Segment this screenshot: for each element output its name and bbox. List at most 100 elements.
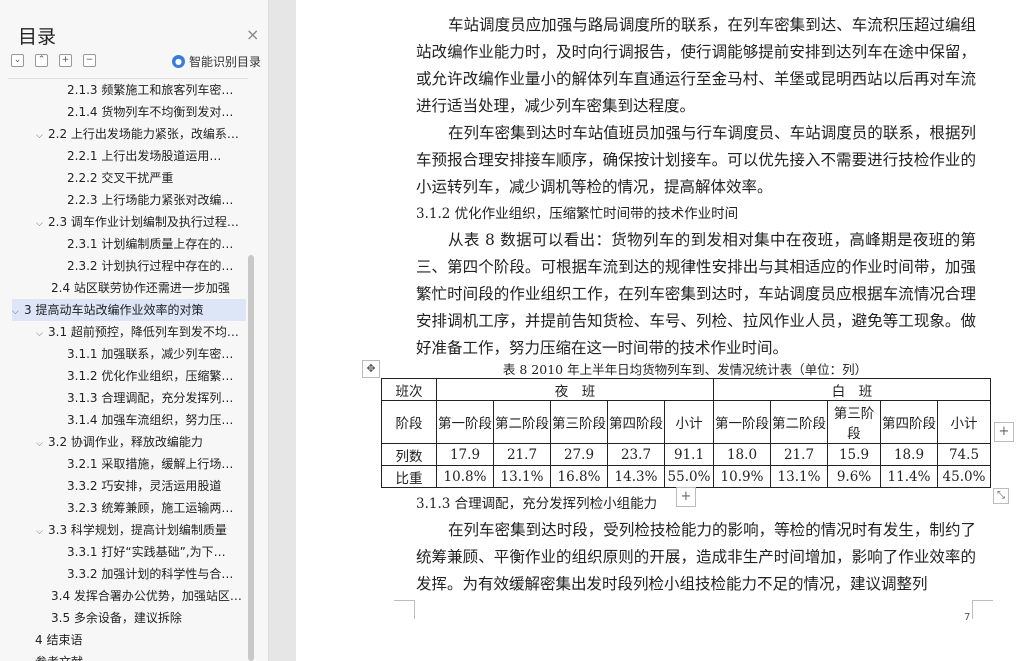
table-cell[interactable]: 13.1% <box>770 465 828 488</box>
table-cell[interactable]: 17.9 <box>436 443 494 466</box>
toc-item[interactable]: 3.3.1 打好“实践基础”,为下… <box>67 541 245 563</box>
table-cell[interactable]: 18.9 <box>880 443 938 466</box>
toc-item[interactable]: 3.3.2 巧安排，灵活运用股道 <box>67 475 245 497</box>
table-cell[interactable]: 第一阶段 <box>713 400 771 444</box>
toc-item[interactable]: 3.2.3 统筹兼顾，施工运输两… <box>67 497 245 519</box>
paragraph[interactable]: 车站调度员应加强与路局调度所的联系，在列车密集到达、车流积压超过编组站改编作业能… <box>416 12 976 120</box>
table-cell[interactable]: 第四阶段 <box>607 400 665 444</box>
table-cell[interactable]: 9.6% <box>827 465 881 488</box>
table-cell[interactable]: 10.8% <box>436 465 494 488</box>
toc-item[interactable]: 3.1.1 加强联系，减少列车密… <box>67 343 245 365</box>
toc-item[interactable]: ⌵ 2.2 上行出发场能力紧张，改编系… <box>36 123 246 145</box>
statistics-table[interactable]: 班次 夜 班 白 班 阶段 第一阶段 第二阶段 第三阶段 第四阶段 小计 第一阶… <box>381 378 991 488</box>
toc-item[interactable]: 2.1.3 频繁施工和旅客列车密… <box>67 79 245 101</box>
chevron-down-icon[interactable]: ⌵ <box>12 301 24 321</box>
paragraph[interactable]: 在列车密集到达时车站值班员加强与行车调度员、车站调度员的联系，根据列车预报合理安… <box>416 120 976 201</box>
toc-item[interactable]: 2.3.2 计划执行过程中存在的… <box>67 255 245 277</box>
toc-item[interactable]: ⌵ 3.1 超前预控，降低列车到发不均… <box>36 321 246 343</box>
page-number: 7 <box>964 612 971 623</box>
toc-item-label: 2.2 上行出发场能力紧张，改编系… <box>48 127 239 141</box>
toc-item[interactable]: 3.2.1 采取措施，缓解上行场… <box>67 453 245 475</box>
chevron-down-icon[interactable]: ⌵ <box>36 521 48 541</box>
paragraph[interactable]: 从表 8 数据可以看出：货物列车的到发相对集中在夜班，高峰期是夜班的第三、第四个… <box>416 227 976 362</box>
toc-item[interactable]: 4 结束语 <box>35 629 245 651</box>
table-cell[interactable]: 16.8% <box>550 465 608 488</box>
add-heading-icon[interactable]: + <box>59 54 72 67</box>
table-cell[interactable]: 第三阶段 <box>550 400 608 444</box>
paragraph[interactable]: 在列车密集到达时段，受列检技检能力的影响，等检的情况时有发生，制约了统筹兼顾、平… <box>416 517 976 598</box>
table-cell[interactable]: 比重 <box>381 465 437 488</box>
table-cell[interactable]: 阶段 <box>381 400 437 444</box>
table-cell[interactable]: 15.9 <box>827 443 881 466</box>
toc-item-selected[interactable]: ⌵ 3 提高动车站改编作业效率的对策 <box>12 299 246 321</box>
section-heading[interactable]: 3.1.2 优化作业组织，压缩繁忙时间带的技术作业时间 <box>416 201 976 227</box>
table-cell[interactable]: 小计 <box>937 400 991 444</box>
chevron-down-icon[interactable]: ⌵ <box>36 213 48 233</box>
chevron-down-icon[interactable]: ⌵ <box>36 125 48 145</box>
table-cell[interactable]: 27.9 <box>550 443 608 466</box>
chevron-down-icon[interactable]: ⌵ <box>36 433 48 453</box>
toc-item[interactable]: ⌵ 3.3 科学规划，提高计划编制质量 <box>36 519 246 541</box>
table-cell[interactable]: 第一阶段 <box>436 400 494 444</box>
table-cell[interactable]: 55.0% <box>664 465 714 488</box>
table-move-handle-icon[interactable]: ✥ <box>362 360 380 378</box>
section-heading[interactable]: 3.1.3 合理调配，充分发挥列检小组能力 <box>416 491 976 517</box>
table-cell[interactable]: 91.1 <box>664 443 714 466</box>
page-corner-mark <box>394 600 415 619</box>
toc-item[interactable]: 3.1.4 加强车流组织，努力压… <box>67 409 245 431</box>
table-cell[interactable]: 夜 班 <box>436 378 714 401</box>
chevron-down-icon[interactable]: ⌵ <box>36 323 48 343</box>
toc-item-label: 3 提高动车站改编作业效率的对策 <box>24 303 204 317</box>
toc-item-label: 3.3 科学规划，提高计划编制质量 <box>48 523 227 537</box>
sidebar-divider <box>269 0 296 661</box>
toc-item-label: 2.3 调车作业计划编制及执行过程… <box>48 215 239 229</box>
toc-item-label: 3.1 超前预控，降低列车到发不均… <box>48 325 239 339</box>
toc-item[interactable]: 3.5 多余设备，建议拆除 <box>51 607 246 629</box>
toc-item[interactable]: 2.4 站区联劳协作还需进一步加强 <box>51 277 246 299</box>
table-cell[interactable]: 第二阶段 <box>493 400 551 444</box>
close-icon[interactable]: × <box>246 25 259 44</box>
table-cell[interactable]: 18.0 <box>713 443 771 466</box>
table-cell[interactable]: 白 班 <box>713 378 991 401</box>
remove-heading-icon[interactable]: − <box>83 54 96 67</box>
table-cell[interactable]: 第四阶段 <box>880 400 938 444</box>
table-cell[interactable]: 11.4% <box>880 465 938 488</box>
toc-item[interactable]: 3.3.2 加强计划的科学性与合… <box>67 563 245 585</box>
table-cell[interactable]: 45.0% <box>937 465 991 488</box>
toc-item[interactable]: 2.2.2 交叉干扰严重 <box>67 167 245 189</box>
smart-toc-button[interactable]: ● 智能识别目录 <box>172 53 261 70</box>
table-cell[interactable]: 14.3% <box>607 465 665 488</box>
table-cell[interactable]: 74.5 <box>937 443 991 466</box>
toc-item[interactable]: 3.1.2 优化作业组织，压缩繁… <box>67 365 245 387</box>
toc-scrollbar[interactable] <box>248 255 254 661</box>
toc-item[interactable]: 2.2.1 上行出发场股道运用… <box>67 145 245 167</box>
table-cell[interactable]: 23.7 <box>607 443 665 466</box>
toc-item[interactable]: 2.1.4 货物列车不均衡到发对… <box>67 101 245 123</box>
toc-item[interactable]: 2.3.1 计划编制质量上存在的… <box>67 233 245 255</box>
table-cell[interactable]: 第三阶段 <box>827 400 881 444</box>
document-body-continued: 3.1.3 合理调配，充分发挥列检小组能力 在列车密集到达时段，受列检技检能力的… <box>416 491 976 598</box>
table-cell[interactable]: 列数 <box>381 443 437 466</box>
toc-title: 目录 <box>18 26 57 48</box>
table-cell[interactable]: 21.7 <box>770 443 828 466</box>
toc-list: 2.1.3 频繁施工和旅客列车密… 2.1.4 货物列车不均衡到发对… ⌵ 2.2… <box>8 78 248 661</box>
add-column-icon[interactable]: + <box>994 422 1014 442</box>
toc-item[interactable]: 3.4 发挥合署办公优势，加强站区… <box>51 585 246 607</box>
table-cell[interactable]: 13.1% <box>493 465 551 488</box>
toc-item[interactable]: 2.2.3 上行场能力紧张对改编… <box>67 189 245 211</box>
table-resize-icon[interactable]: ⤡ <box>993 488 1009 504</box>
toc-item[interactable]: ⌵ 2.3 调车作业计划编制及执行过程… <box>36 211 246 233</box>
toc-item[interactable]: 参考文献 <box>35 651 245 661</box>
toc-toolbar: ⌄ ⌃ + − <box>11 54 96 67</box>
table-cell[interactable]: 第二阶段 <box>770 400 828 444</box>
toc-item[interactable]: 3.1.3 合理调配，充分发挥列… <box>67 387 245 409</box>
toc-item[interactable]: ⌵ 3.2 协调作业，释放改编能力 <box>36 431 246 453</box>
table-cell[interactable]: 21.7 <box>493 443 551 466</box>
table-cell[interactable]: 10.9% <box>713 465 771 488</box>
expand-all-icon[interactable]: ⌄ <box>11 54 24 67</box>
collapse-all-icon[interactable]: ⌃ <box>35 54 48 67</box>
table-caption[interactable]: 表 8 2010 年上半年日均货物列车到、发情况统计表（单位：列） <box>380 359 990 378</box>
table-cell[interactable]: 小计 <box>664 400 714 444</box>
page-corner-mark <box>972 600 993 619</box>
table-cell[interactable]: 班次 <box>381 378 437 401</box>
